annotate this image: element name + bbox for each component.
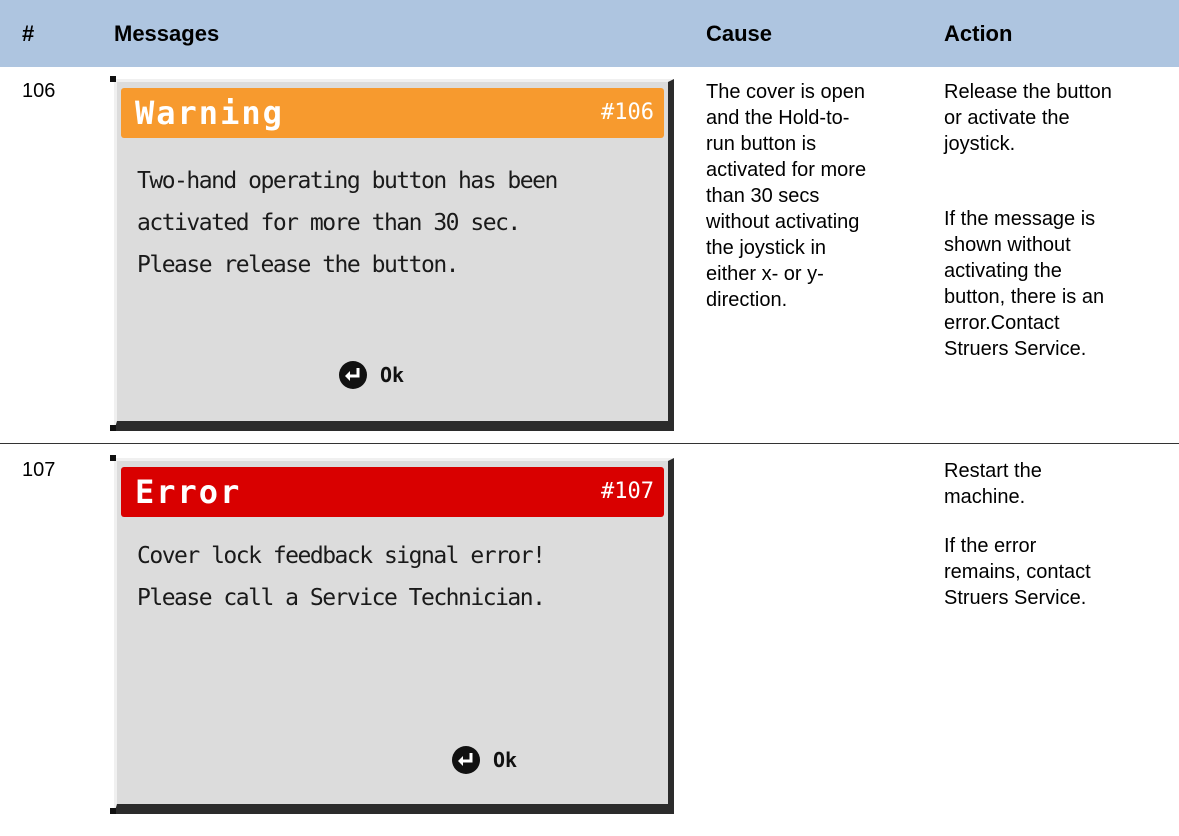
row-number: 107 bbox=[22, 459, 56, 481]
dialog-message-line: Two-hand operating button has been bbox=[137, 168, 558, 194]
screen-corner-mark bbox=[110, 425, 116, 431]
ok-label: Ok bbox=[380, 363, 405, 387]
action-line: If the message is bbox=[944, 208, 1096, 230]
warning-dialog-screen: Warning #106 Two-hand operating button h… bbox=[114, 79, 674, 431]
screen-corner-mark bbox=[110, 76, 116, 82]
screen-corner-mark bbox=[110, 808, 116, 814]
action-line: error.Contact bbox=[944, 312, 1060, 334]
action-line: Release the button bbox=[944, 81, 1112, 103]
cause-line: direction. bbox=[706, 289, 788, 311]
ok-label: Ok bbox=[493, 748, 518, 772]
ok-button[interactable]: Ok bbox=[338, 360, 404, 390]
row-number: 106 bbox=[22, 80, 56, 102]
dialog-message-line: Please release the button. bbox=[137, 252, 460, 278]
action-line: button, there is an bbox=[944, 286, 1105, 308]
action-text: If the message is shown without activati… bbox=[944, 206, 1104, 362]
cause-line: either x- or y- bbox=[706, 263, 824, 285]
dialog-message: Cover lock feedback signal error! Please… bbox=[137, 535, 546, 619]
table-header: # Messages Cause Action bbox=[0, 0, 1179, 67]
warning-title-bar: Warning #106 bbox=[121, 88, 664, 138]
action-text: Restart the machine. bbox=[944, 458, 1042, 510]
cause-text: The cover is open and the Hold-to- run b… bbox=[706, 79, 866, 313]
action-line: If the error bbox=[944, 535, 1037, 557]
dialog-title: Warning bbox=[135, 94, 284, 132]
cause-line: the joystick in bbox=[706, 237, 827, 259]
action-text: Release the button or activate the joyst… bbox=[944, 79, 1112, 157]
action-line: or activate the bbox=[944, 107, 1070, 129]
enter-return-icon bbox=[339, 361, 367, 389]
dialog-code: #106 bbox=[601, 100, 654, 125]
header-messages: Messages bbox=[114, 21, 220, 46]
cause-line: and the Hold-to- bbox=[706, 107, 850, 129]
ok-button[interactable]: Ok bbox=[451, 745, 517, 775]
cause-line: activated for more bbox=[706, 159, 867, 181]
action-line: shown without bbox=[944, 234, 1071, 256]
action-line: remains, contact bbox=[944, 561, 1091, 583]
error-dialog-screen: Error #107 Cover lock feedback signal er… bbox=[114, 458, 674, 814]
action-line: Struers Service. bbox=[944, 338, 1087, 360]
cause-line: than 30 secs bbox=[706, 185, 820, 207]
dialog-code: #107 bbox=[601, 479, 654, 504]
action-line: joystick. bbox=[944, 133, 1016, 155]
dialog-message: Two-hand operating button has been activ… bbox=[137, 160, 558, 286]
action-text: If the error remains, contact Struers Se… bbox=[944, 533, 1091, 611]
header-number: # bbox=[22, 21, 35, 46]
row-divider bbox=[0, 443, 1179, 444]
dialog-message-line: Cover lock feedback signal error! bbox=[137, 543, 546, 569]
action-line: activating the bbox=[944, 260, 1062, 282]
action-line: Restart the bbox=[944, 460, 1042, 482]
dialog-title: Error bbox=[135, 473, 242, 511]
dialog-message-line: Please call a Service Technician. bbox=[137, 585, 546, 611]
action-line: machine. bbox=[944, 486, 1026, 508]
dialog-message-line: activated for more than 30 sec. bbox=[137, 210, 521, 236]
enter-return-icon bbox=[452, 746, 480, 774]
action-line: Struers Service. bbox=[944, 587, 1087, 609]
header-action: Action bbox=[944, 21, 1013, 46]
cause-line: run button is bbox=[706, 133, 817, 155]
cause-line: without activating bbox=[706, 211, 860, 233]
screen-corner-mark bbox=[110, 455, 116, 461]
error-title-bar: Error #107 bbox=[121, 467, 664, 517]
cause-line: The cover is open bbox=[706, 81, 865, 103]
header-cause: Cause bbox=[706, 21, 773, 46]
